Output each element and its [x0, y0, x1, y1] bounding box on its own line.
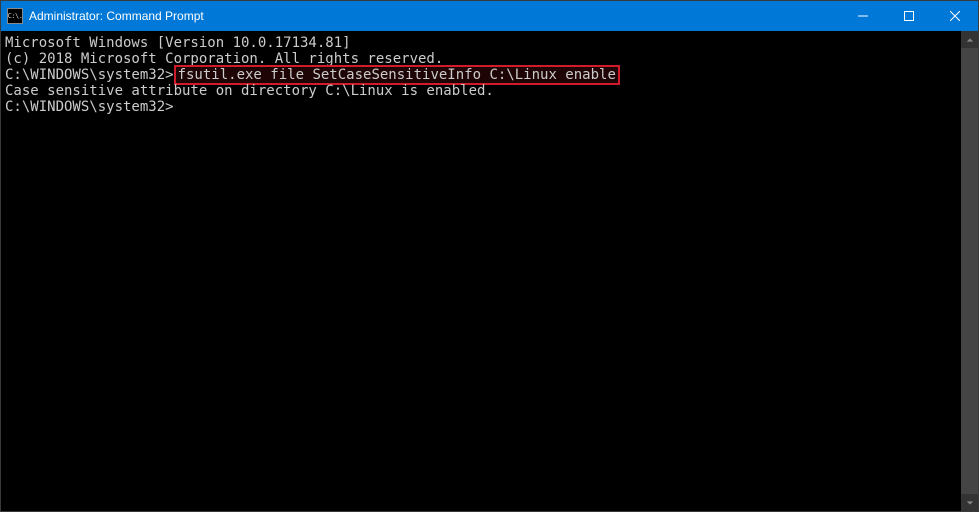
- minimize-icon: [858, 11, 868, 21]
- scroll-thumb[interactable]: [961, 48, 978, 494]
- vertical-scrollbar[interactable]: [961, 31, 978, 511]
- version-line: Microsoft Windows [Version 10.0.17134.81…: [5, 35, 957, 51]
- close-button[interactable]: [932, 1, 978, 31]
- maximize-button[interactable]: [886, 1, 932, 31]
- scroll-down-button[interactable]: [961, 494, 978, 511]
- console-output[interactable]: Microsoft Windows [Version 10.0.17134.81…: [1, 31, 961, 511]
- prompt-line-2: C:\WINDOWS\system32>: [5, 99, 957, 115]
- prompt-line-1: C:\WINDOWS\system32>fsutil.exe file SetC…: [5, 67, 957, 83]
- window-title: Administrator: Command Prompt: [29, 9, 840, 23]
- prompt-text: C:\WINDOWS\system32>: [5, 67, 174, 83]
- chevron-up-icon: [966, 36, 974, 44]
- console-area: Microsoft Windows [Version 10.0.17134.81…: [1, 31, 978, 511]
- titlebar-controls: [840, 1, 978, 31]
- highlighted-command: fsutil.exe file SetCaseSensitiveInfo C:\…: [174, 65, 620, 85]
- scroll-track[interactable]: [961, 48, 978, 494]
- titlebar[interactable]: C:\. Administrator: Command Prompt: [1, 1, 978, 31]
- app-icon: C:\.: [7, 8, 23, 24]
- close-icon: [950, 11, 960, 21]
- scroll-up-button[interactable]: [961, 31, 978, 48]
- minimize-button[interactable]: [840, 1, 886, 31]
- chevron-down-icon: [966, 499, 974, 507]
- output-line: Case sensitive attribute on directory C:…: [5, 83, 957, 99]
- command-prompt-window: C:\. Administrator: Command Prompt Micro…: [0, 0, 979, 512]
- maximize-icon: [904, 11, 914, 21]
